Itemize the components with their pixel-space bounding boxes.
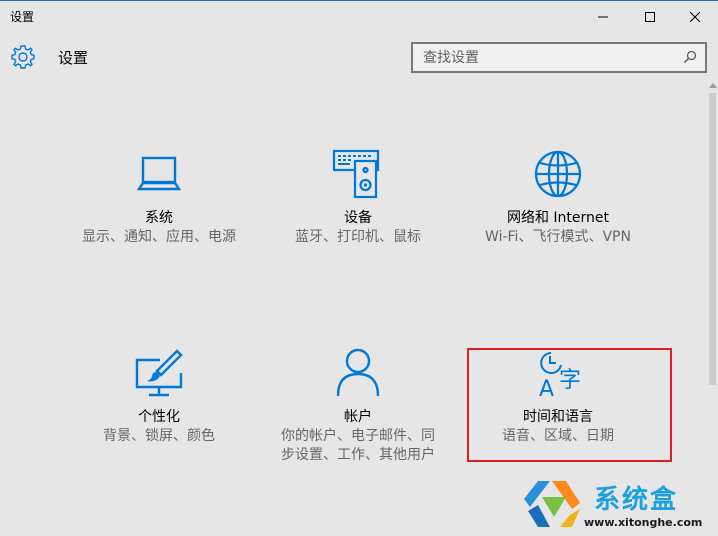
settings-window: 设置 设置 查找设置 系统 显示、通知、应用、电源 设备 蓝牙、打印机、鼠标 网… [0,0,718,536]
scroll-thumb[interactable] [709,93,716,385]
tile-description: 蓝牙、打印机、鼠标 [295,229,421,245]
globe-icon [534,150,582,198]
laptop-icon [136,156,182,191]
tile-title: 系统 [145,210,173,226]
keyboard-speaker-icon [332,149,380,199]
search-input[interactable] [413,44,673,71]
gear-icon[interactable] [10,44,36,70]
maximize-button[interactable] [627,1,673,33]
watermark: 系统盒 www.xitonghe.com [524,475,718,536]
watermark-url: www.xitonghe.com [584,516,703,529]
user-icon [336,348,380,397]
search-icon[interactable] [683,50,697,64]
page-title: 设置 [58,49,89,67]
tile-system[interactable]: 系统 显示、通知、应用、电源 [59,148,259,318]
tile-description: 显示、通知、应用、电源 [82,229,236,245]
close-button[interactable] [672,1,718,33]
minimize-button[interactable] [580,1,626,33]
tile-personalization[interactable]: 个性化 背景、锁屏、颜色 [59,347,259,517]
tile-description: 你的帐户、电子邮件、同步设置、工作、其他用户 [281,428,435,463]
tile-description: 背景、锁屏、颜色 [103,428,215,444]
tile-devices[interactable]: 设备 蓝牙、打印机、鼠标 [258,148,458,318]
tile-title: 帐户 [344,409,372,425]
title-bar: 设置 [0,1,718,33]
tile-title: 设备 [344,210,372,226]
watermark-brand: 系统盒 [594,485,679,515]
tile-accounts[interactable]: 帐户 你的帐户、电子邮件、同步设置、工作、其他用户 [258,347,458,517]
personalize-icon [135,349,183,397]
tile-description: Wi-Fi、飞行模式、VPN [485,229,631,245]
minimize-icon [598,16,608,18]
close-icon [690,12,700,22]
maximize-icon [645,12,655,22]
search-box[interactable] [411,42,707,73]
scroll-up-arrow[interactable] [709,83,717,88]
tile-title: 网络和 Internet [506,210,610,226]
tile-title: 个性化 [138,409,180,425]
tile-network[interactable]: 网络和 Internet Wi-Fi、飞行模式、VPN [458,148,658,318]
window-title: 设置 [10,10,35,24]
highlight-box [467,348,672,462]
xitonghe-logo-icon [524,481,580,527]
scrollbar[interactable] [707,83,718,536]
